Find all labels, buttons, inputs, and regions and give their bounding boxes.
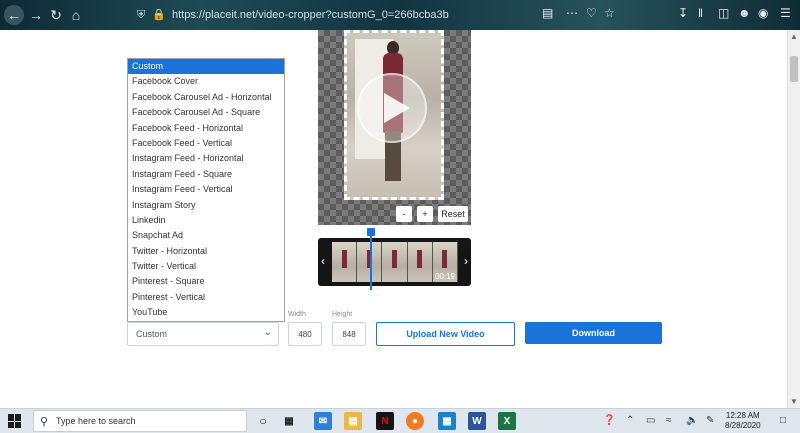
page-scrollbar[interactable]: ▲ ▼ [787, 30, 800, 408]
help-icon[interactable]: ❓ [603, 415, 615, 426]
show-hidden-icons-icon[interactable]: ⌃ [626, 415, 634, 426]
menu-icon[interactable]: ☰ [780, 6, 791, 20]
preset-option[interactable]: Facebook Carousel Ad - Horizontal [128, 90, 284, 105]
play-button[interactable] [357, 73, 427, 143]
play-icon [384, 93, 410, 123]
search-icon: ⚲ [40, 416, 49, 428]
preset-option[interactable]: Instagram Story [128, 198, 284, 213]
browser-toolbar: ← → ↻ ⌂ ⛨ 🔒 https://placeit.net/video-cr… [0, 0, 800, 30]
extension-icon[interactable]: ◉ [758, 6, 768, 20]
preset-option[interactable]: Facebook Feed - Vertical [128, 136, 284, 151]
battery-icon[interactable]: ▭ [646, 415, 655, 426]
preset-option[interactable]: Twitter - Vertical [128, 259, 284, 274]
preset-option[interactable]: Instagram Feed - Horizontal [128, 151, 284, 166]
page-actions-icon[interactable]: ⋯ [566, 6, 578, 20]
back-icon[interactable]: ← [4, 5, 24, 25]
volume-icon[interactable]: 🔈 [686, 415, 698, 426]
timeline-next-icon[interactable]: › [464, 254, 468, 268]
preset-option[interactable]: Linkedin [128, 213, 284, 228]
timeline-prev-icon[interactable]: ‹ [321, 254, 325, 268]
pocket-icon[interactable]: ♡ [586, 6, 597, 20]
clock-time: 12:28 AM [725, 411, 760, 420]
video-timeline[interactable]: ‹ 00:19 › [318, 238, 471, 286]
home-icon[interactable]: ⌂ [66, 5, 86, 25]
windows-start-icon[interactable] [8, 414, 22, 428]
timeline-frame [332, 242, 358, 282]
scroll-up-icon[interactable]: ▲ [790, 32, 798, 41]
firefox-icon[interactable]: ● [406, 412, 424, 430]
zoom-out-button[interactable]: - [396, 206, 412, 222]
preset-option[interactable]: Pinterest - Square [128, 274, 284, 289]
timeline-frame [407, 242, 433, 282]
notifications-icon[interactable]: □ [780, 415, 786, 426]
calculator-icon[interactable]: ▦ [438, 412, 456, 430]
preset-option[interactable]: Snapchat Ad [128, 228, 284, 243]
scroll-down-icon[interactable]: ▼ [790, 397, 798, 406]
sidebar-icon[interactable]: ◫ [718, 6, 729, 20]
pen-icon[interactable]: ✎ [706, 415, 714, 426]
timeline-duration: 00:19 [434, 272, 455, 281]
preset-option[interactable]: Instagram Feed - Vertical [128, 182, 284, 197]
preset-option[interactable]: Custom [128, 59, 284, 75]
windows-taskbar: ⚲ Type here to search ○ ▦ ✉ ▤ N ● ▦ W X … [0, 408, 800, 433]
library-icon[interactable]: ‖ [698, 6, 703, 20]
preset-option[interactable]: YouTube [128, 305, 284, 320]
scrollbar-thumb[interactable] [790, 56, 798, 82]
downloads-icon[interactable]: ↧ [678, 6, 688, 20]
preset-option[interactable]: Facebook Carousel Ad - Square [128, 105, 284, 120]
word-icon[interactable]: W [468, 412, 486, 430]
shield-icon: ⛨ [137, 9, 146, 21]
preset-select[interactable]: Custom ⌄ [127, 322, 279, 346]
reader-view-icon[interactable]: ▤ [542, 6, 553, 20]
taskbar-search-box[interactable]: ⚲ Type here to search [33, 410, 247, 432]
chevron-down-icon: ⌄ [263, 327, 272, 338]
playhead-handle[interactable] [367, 228, 375, 236]
preset-option[interactable]: Facebook Cover [128, 74, 284, 89]
preset-dropdown-list: Custom Facebook Cover Facebook Carousel … [127, 58, 285, 322]
wifi-icon[interactable]: ≈ [666, 415, 672, 426]
reload-icon[interactable]: ↻ [46, 5, 66, 25]
address-bar[interactable]: ⛨ 🔒 https://placeit.net/video-cropper?cu… [137, 6, 535, 24]
preset-option[interactable]: Instagram Feed - Square [128, 167, 284, 182]
cortana-icon[interactable]: ○ [254, 412, 272, 430]
clock-date: 8/28/2020 [725, 421, 761, 430]
taskbar-clock[interactable]: 12:28 AM 8/28/2020 [725, 411, 761, 431]
upload-new-video-button[interactable]: Upload New Video [376, 322, 515, 346]
url-text: https://placeit.net/video-cropper?custom… [172, 9, 449, 21]
height-label: Height [332, 311, 353, 318]
forward-icon[interactable]: → [26, 5, 46, 25]
playhead-line [370, 228, 372, 290]
height-field[interactable]: 848 [332, 322, 366, 346]
task-view-icon[interactable]: ▦ [280, 412, 298, 430]
account-icon[interactable]: ☻ [738, 6, 751, 20]
bookmark-star-icon[interactable]: ☆ [604, 6, 615, 20]
file-explorer-icon[interactable]: ▤ [344, 412, 362, 430]
timeline-frame [382, 242, 408, 282]
width-field[interactable]: 480 [288, 322, 322, 346]
taskbar-search-placeholder: Type here to search [56, 416, 136, 426]
netflix-icon[interactable]: N [376, 412, 394, 430]
preset-select-value: Custom [136, 329, 168, 339]
preset-option[interactable]: Facebook Feed - Horizontal [128, 121, 284, 136]
mail-icon[interactable]: ✉ [314, 412, 332, 430]
preset-option[interactable]: Twitter - Horizontal [128, 244, 284, 259]
reset-button[interactable]: Reset [438, 206, 468, 222]
width-label: Width [288, 311, 306, 318]
zoom-in-button[interactable]: + [417, 206, 433, 222]
lock-icon: 🔒 [152, 9, 166, 21]
preset-option[interactable]: Pinterest - Vertical [128, 290, 284, 305]
excel-icon[interactable]: X [498, 412, 516, 430]
download-button[interactable]: Download [525, 322, 662, 344]
